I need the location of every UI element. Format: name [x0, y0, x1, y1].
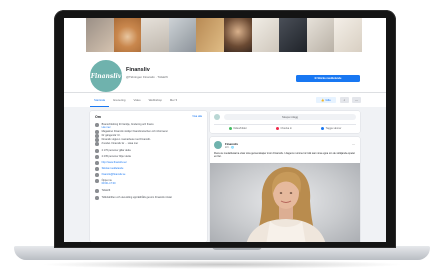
about-row-text[interactable]: finansliv@finansliv.se — [102, 173, 126, 176]
avatar-logo-text: Finansliv — [90, 72, 122, 80]
info-icon — [95, 123, 99, 127]
create-post-input[interactable]: Skapa inlägg — [224, 114, 356, 120]
post-author-avatar[interactable] — [214, 141, 222, 149]
laptop-mockup: Finansliv Finansliv @Tidningen Finansliv… — [0, 0, 444, 273]
floor-shadow — [40, 260, 404, 269]
info-icon — [95, 149, 99, 153]
about-row-text: 2 176 personer gillar detta — [101, 149, 131, 152]
post-text: Flera av medarbetarna visar sina gemensk… — [214, 152, 355, 159]
action-icon — [321, 126, 325, 130]
about-row-text: för gängen/är I.F. — [101, 134, 121, 137]
tab-4[interactable]: Mer ▾ — [166, 93, 181, 107]
post-more-icon[interactable]: ⋯ — [352, 142, 355, 146]
action-label: Tagga vänner — [325, 126, 342, 130]
post-timestamp[interactable]: 22 t · 🌐 — [225, 146, 234, 149]
more-options-icon[interactable]: ⋯ — [352, 97, 361, 103]
info-icon — [95, 142, 99, 146]
action-icon — [228, 126, 232, 130]
about-row-text: Tidskrift — [101, 189, 111, 192]
send-message-button[interactable]: ✉ Skicka meddelande — [296, 75, 360, 82]
info-icon — [95, 167, 99, 171]
about-card: Om Visa alla Branschtidning för familje,… — [90, 111, 207, 242]
info-icon — [95, 189, 99, 193]
laptop-base — [14, 246, 430, 260]
laptop-screen: Finansliv Finansliv @Tidningen Finansliv… — [64, 18, 386, 242]
composer-avatar — [214, 114, 220, 120]
info-icon — [95, 179, 99, 183]
about-row: Öppet nu 09:00–17:00 — [95, 179, 203, 185]
page-tab-bar: Startsida Grenering Video Webbshop Mer ▾ 👍 G… — [64, 92, 386, 107]
search-icon[interactable]: ⌕ — [340, 97, 349, 103]
composer-action[interactable]: Checka in — [275, 126, 292, 130]
tab-1[interactable]: Grenering — [109, 93, 129, 107]
about-row: 2 235 personer följer detta — [95, 155, 203, 159]
composer-actions: Video/bilder Checka in Tagga vänner — [214, 124, 356, 131]
action-icon — [275, 126, 279, 130]
about-row: Skicka meddelande — [95, 167, 203, 171]
portrait-photo — [246, 167, 326, 242]
info-icon — [95, 173, 99, 177]
tab-list: Startsida Grenering Video Webbshop Mer ▾ — [90, 93, 181, 107]
tab-3[interactable]: Webbshop — [145, 93, 166, 107]
page-avatar[interactable]: Finansliv — [88, 58, 124, 94]
tab-0[interactable]: Startsida — [90, 93, 110, 107]
about-row-text: Magasinet Finansliv stödjer finansbransc… — [101, 130, 168, 133]
composer-action[interactable]: Video/bilder — [228, 126, 247, 130]
about-row-text[interactable]: Skicka meddelande — [102, 167, 124, 170]
about-row-text[interactable]: http://www.finansliv.se/ — [102, 161, 127, 164]
about-row-subtext[interactable]: 09:00–17:00 — [102, 182, 116, 185]
page-title: Finansliv — [126, 67, 150, 73]
cover-photo — [86, 18, 362, 52]
about-row: rbundet. Finansliv är ... Läsa mer — [95, 142, 203, 146]
about-row-text: Tidtidskriften och utveckling upprätthål… — [101, 196, 172, 199]
post-composer: Skapa inlägg Video/bilder Checka in Tagga … — [210, 111, 360, 133]
about-row: Tidskrift — [95, 189, 203, 193]
about-row: http://www.finansliv.se/ — [95, 161, 203, 165]
info-icon — [95, 155, 99, 159]
page-header: Finansliv Finansliv @Tidningen Finansliv… — [64, 18, 386, 94]
feed-post: Finansliv 22 t · 🌐 ⋯ Flera av medarbetar… — [210, 137, 360, 242]
post-photo[interactable] — [210, 163, 360, 242]
info-icon — [95, 196, 99, 200]
composer-action[interactable]: Tagga vänner — [321, 126, 342, 130]
about-row-text: 2 235 personer följer detta — [101, 155, 131, 158]
info-icon — [95, 161, 99, 165]
like-button[interactable]: 👍 Gilla — [316, 97, 336, 103]
about-title: Om — [95, 115, 101, 119]
about-row: 2 176 personer gillar detta — [95, 149, 203, 153]
see-all-link[interactable]: Visa alla — [192, 115, 202, 118]
action-label: Video/bilder — [233, 126, 247, 130]
tab-2[interactable]: Video — [129, 93, 144, 107]
about-row-text: Finansliv utgiven i samarbete med Finans… — [101, 138, 151, 141]
page-handle: @Tidningen Finansliv · Tidskrift — [126, 75, 168, 79]
about-row-subtext[interactable]: Läs mer — [102, 126, 154, 129]
about-row: Tidtidskriften och utveckling upprätthål… — [95, 196, 203, 200]
about-row-text: rbundet. Finansliv är ... Läsa mer — [101, 142, 139, 145]
action-label: Checka in — [280, 126, 292, 130]
about-row: finansliv@finansliv.se — [95, 173, 203, 177]
about-row: Branschtidning för familje, fondering oc… — [95, 123, 203, 129]
